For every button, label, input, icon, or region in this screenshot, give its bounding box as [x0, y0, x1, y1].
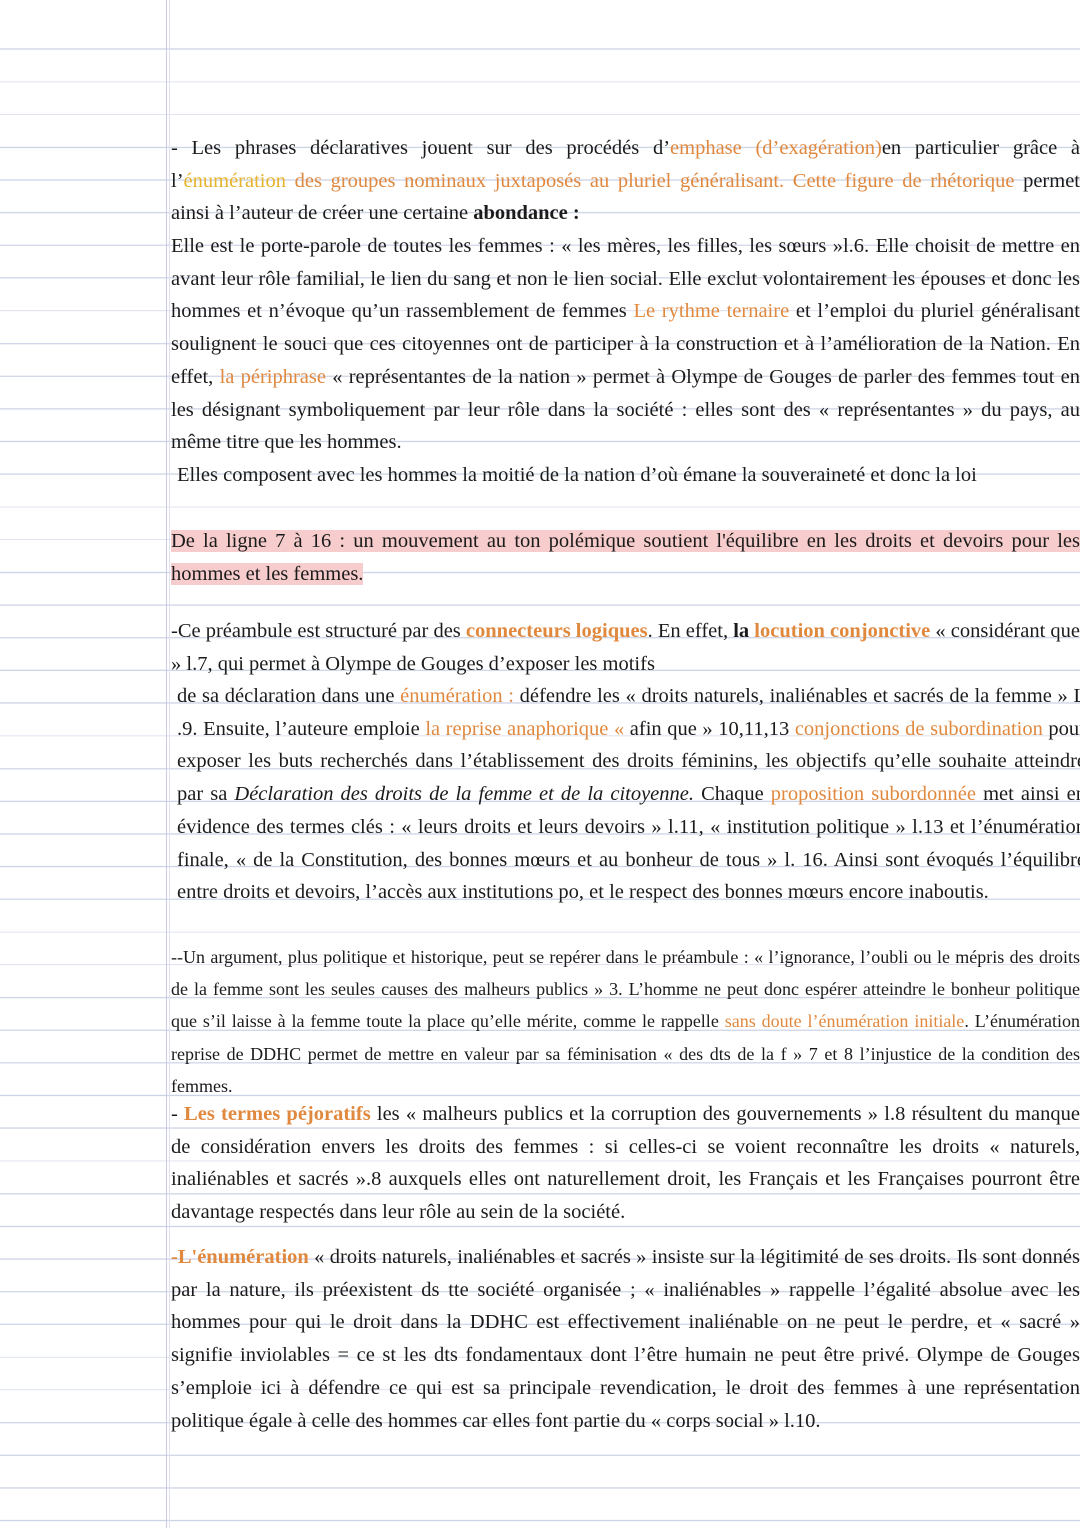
paragraph-emphase: - Les phrases déclaratives jouent sur de… — [171, 137, 1080, 225]
paragraph-termes-pejoratifs: - Les termes péjoratifs les « malheurs p… — [171, 1103, 1080, 1224]
paragraph-connecteurs: -Ce préambule est structuré par des conn… — [171, 620, 1080, 675]
paragraph-porte-parole: Elle est le porte-parole de toutes les f… — [171, 235, 1080, 454]
margin-line-secondary — [169, 0, 170, 1528]
paragraph-enumeration: de sa déclaration dans une énumération :… — [177, 685, 1080, 904]
paragraph-argument: --Un argument, plus politique et histori… — [171, 947, 1080, 1096]
margin-line — [166, 0, 167, 1528]
section-heading: De la ligne 7 à 16 : un mouvement au ton… — [171, 530, 1080, 585]
paragraph-souverainete: Elles composent avec les hommes la moiti… — [177, 464, 977, 486]
paragraph-enumeration-droits: -L'énumération « droits naturels, inalié… — [171, 1246, 1080, 1432]
